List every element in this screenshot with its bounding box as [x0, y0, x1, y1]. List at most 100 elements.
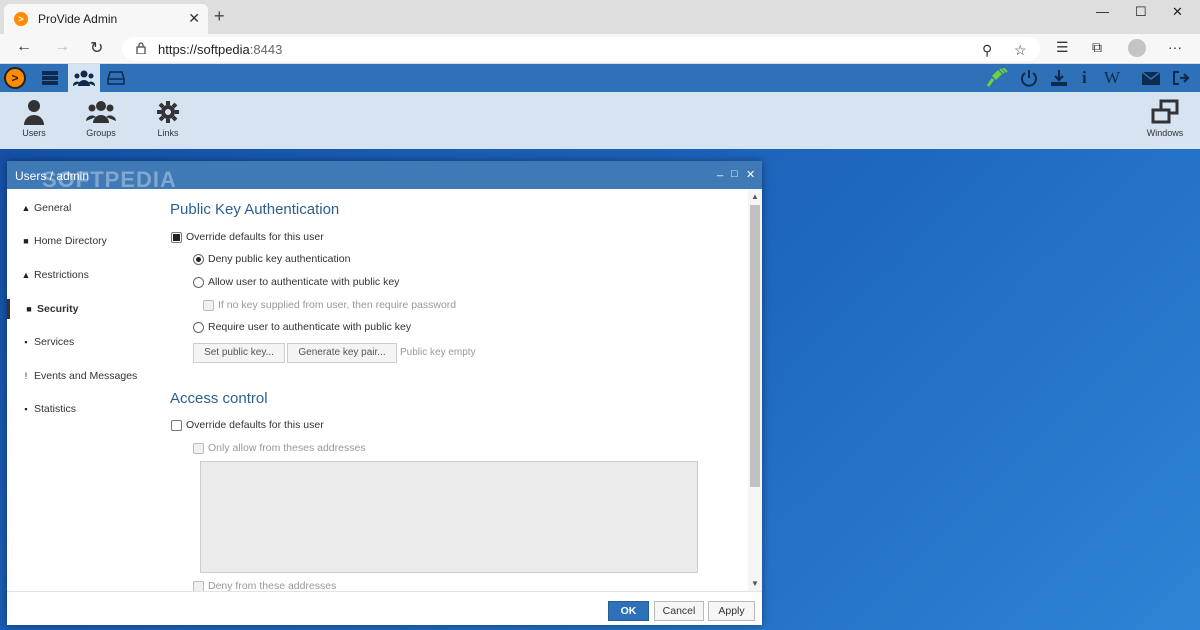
logout-icon[interactable]	[1172, 70, 1190, 86]
ribbon: Users Groups Links Windows	[0, 92, 1200, 149]
maximize-window-button[interactable]: ☐	[1135, 4, 1147, 20]
groups-button[interactable]: Groups	[71, 99, 131, 138]
pk-override-checkbox[interactable]: Override defaults for this user	[171, 231, 324, 243]
more-icon[interactable]: ···	[1168, 39, 1182, 55]
checkbox-disabled[interactable]	[193, 442, 204, 454]
browser-address-bar: ← → ↻ https://softpedia:8443 ⚲ ☆ ☰ ⧉ ···	[0, 34, 1200, 64]
scroll-down-icon[interactable]: ▼	[751, 579, 759, 588]
home-icon: ■	[23, 236, 29, 246]
scroll-thumb[interactable]	[750, 205, 760, 487]
dialog-footer: OK Cancel Apply	[7, 591, 762, 625]
pk-require-radio[interactable]: Require user to authenticate with public…	[193, 321, 411, 333]
new-tab-icon[interactable]: +	[214, 6, 225, 27]
user-icon	[24, 100, 44, 125]
ac-override-checkbox[interactable]: Override defaults for this user	[171, 419, 324, 431]
users-group-icon	[73, 70, 95, 86]
back-icon[interactable]: ←	[16, 38, 32, 56]
tab-users[interactable]	[68, 64, 100, 92]
pk-allow-radio[interactable]: Allow user to authenticate with public k…	[193, 276, 399, 288]
scroll-up-icon[interactable]: ▲	[751, 192, 759, 201]
windows-button[interactable]: Windows	[1135, 99, 1195, 138]
browser-tab[interactable]: > ProVide Admin ✕	[4, 4, 208, 34]
server-list-icon	[42, 71, 58, 85]
tab-servers[interactable]	[34, 64, 66, 92]
ok-button[interactable]: OK	[608, 601, 649, 621]
app-toolbar: > i W	[0, 64, 1200, 92]
dialog-minimize-icon[interactable]: _	[717, 165, 723, 177]
forward-icon[interactable]: →	[54, 38, 70, 56]
tab-title: ProVide Admin	[38, 12, 118, 26]
sidebar-item-security[interactable]: ■ Security	[7, 299, 162, 319]
bar-chart-icon: ▪	[24, 404, 28, 414]
dialog-close-icon[interactable]: ✕	[746, 168, 755, 181]
allowed-addresses-textarea[interactable]	[200, 461, 698, 573]
ac-only-allow-checkbox[interactable]: Only allow from theses addresses	[193, 442, 366, 454]
mail-icon[interactable]	[1141, 70, 1161, 86]
radio-unselected[interactable]	[193, 276, 204, 288]
browser-tab-bar: > ProVide Admin ✕ + — ☐ ✕	[0, 0, 1200, 34]
lock-icon: ■	[26, 304, 32, 314]
gear-icon	[157, 101, 179, 123]
windows-label: Windows	[1146, 128, 1184, 138]
provide-favicon-icon: >	[14, 12, 28, 26]
close-tab-icon[interactable]: ✕	[188, 10, 200, 27]
dialog-sidebar: ▲ General ■ Home Directory ▲ Restrictions ■…	[7, 189, 162, 591]
sidebar-item-restrictions[interactable]: ▲ Restrictions	[7, 265, 162, 285]
windows-icon	[1151, 99, 1179, 124]
favorites-icon[interactable]: ☰	[1056, 39, 1069, 56]
lock-icon	[136, 42, 146, 54]
cancel-button[interactable]: Cancel	[654, 601, 704, 621]
close-window-button[interactable]: ✕	[1172, 4, 1183, 20]
info-icon[interactable]: i	[1082, 68, 1087, 88]
checkbox-unchecked[interactable]	[171, 419, 182, 431]
minimize-window-button[interactable]: —	[1096, 4, 1109, 19]
pk-require-password-checkbox[interactable]: If no key supplied from user, then requi…	[203, 299, 456, 311]
exclamation-icon: !	[24, 371, 28, 381]
users-button[interactable]: Users	[4, 99, 64, 138]
content-scrollbar[interactable]: ▲ ▼	[748, 189, 762, 591]
sidebar-item-general[interactable]: ▲ General	[7, 198, 162, 218]
dialog-title-bar[interactable]: Users / admin SOFTPEDIA _ □ ✕	[7, 161, 762, 192]
user-dialog: Users / admin SOFTPEDIA _ □ ✕ ▲ General ■…	[7, 161, 762, 625]
sidebar-item-statistics[interactable]: ▪ Statistics	[7, 399, 162, 419]
public-key-status: Public key empty	[400, 347, 476, 358]
profile-avatar-icon[interactable]	[1128, 39, 1146, 57]
set-public-key-button[interactable]: Set public key...	[193, 343, 285, 363]
radio-unselected[interactable]	[193, 321, 204, 333]
download-icon[interactable]	[1050, 69, 1068, 87]
tab-storage[interactable]	[100, 64, 132, 92]
url-input[interactable]: https://softpedia:8443 ⚲ ☆	[122, 37, 1040, 61]
security-panel: Public Key Authentication Override defau…	[162, 189, 747, 591]
plug-connected-icon[interactable]	[986, 68, 1008, 88]
key-icon[interactable]: ⚲	[982, 42, 992, 59]
refresh-icon[interactable]: ↻	[90, 38, 103, 58]
groups-label: Groups	[86, 128, 116, 138]
public-key-heading: Public Key Authentication	[170, 201, 340, 218]
dialog-maximize-icon[interactable]: □	[731, 168, 738, 180]
sidebar-item-events[interactable]: ! Events and Messages	[7, 366, 162, 386]
sidebar-item-home-directory[interactable]: ■ Home Directory	[7, 231, 162, 251]
apply-button[interactable]: Apply	[708, 601, 755, 621]
provide-logo-icon[interactable]: >	[4, 67, 26, 89]
sidebar-item-services[interactable]: ▪ Services	[7, 332, 162, 352]
generate-key-pair-button[interactable]: Generate key pair...	[287, 343, 397, 363]
collections-icon[interactable]: ⧉	[1092, 39, 1102, 56]
radio-selected[interactable]	[193, 253, 204, 265]
power-icon[interactable]	[1020, 69, 1038, 87]
access-control-heading: Access control	[170, 390, 268, 407]
checkbox-checked[interactable]	[171, 231, 182, 243]
signal-icon: ▪	[24, 337, 28, 347]
url-text: https://softpedia:8443	[158, 42, 283, 57]
ac-deny-from-checkbox[interactable]: Deny from these addresses	[193, 580, 336, 591]
links-label: Links	[157, 128, 179, 138]
checkbox-disabled[interactable]	[193, 580, 204, 591]
hard-drive-icon	[107, 71, 125, 85]
star-icon[interactable]: ☆	[1014, 42, 1027, 59]
warning-icon: ▲	[21, 270, 31, 280]
groups-icon	[86, 101, 116, 123]
users-label: Users	[22, 128, 46, 138]
links-button[interactable]: Links	[138, 99, 198, 138]
pk-deny-radio[interactable]: Deny public key authentication	[193, 253, 350, 265]
wikipedia-icon[interactable]: W	[1104, 68, 1120, 88]
checkbox-disabled[interactable]	[203, 299, 214, 311]
